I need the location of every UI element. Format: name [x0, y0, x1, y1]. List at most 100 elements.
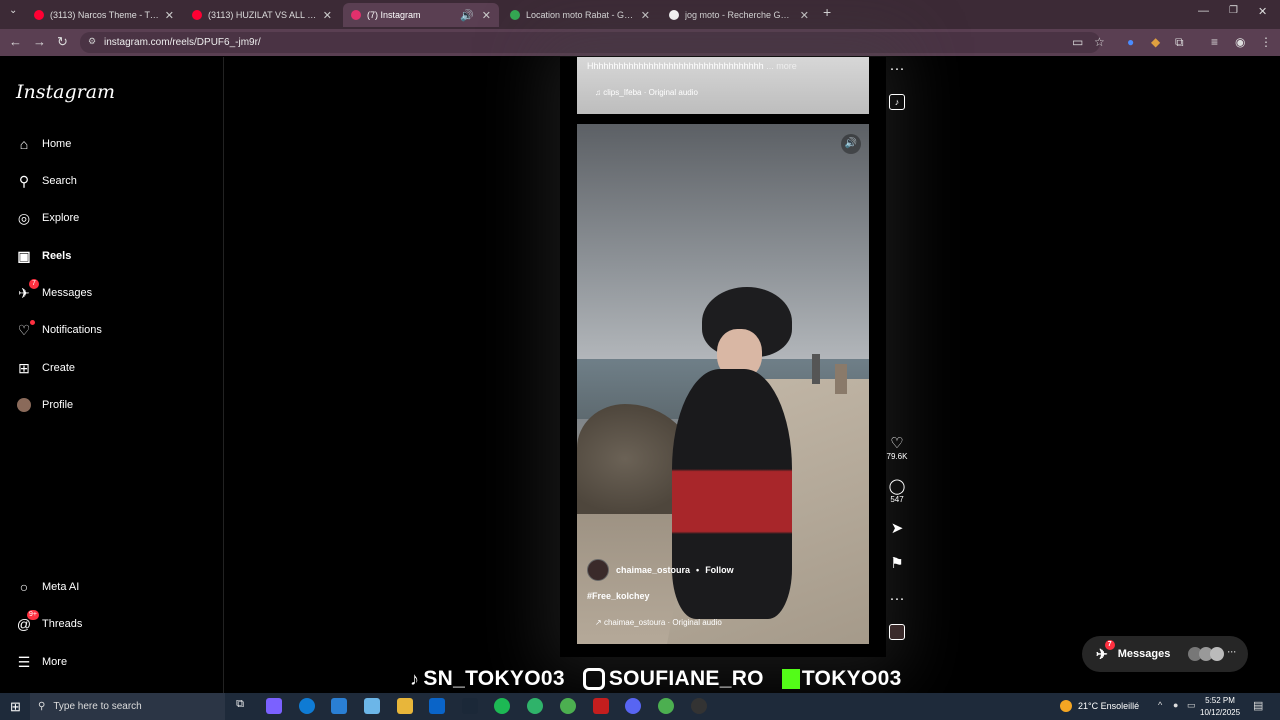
tab-search-icon[interactable]: ⌄ — [9, 5, 17, 16]
network-icon[interactable]: ▭ — [1187, 700, 1196, 711]
tab-1[interactable]: (3113) Narcos Theme - Tuyo (E ✕ — [26, 3, 182, 27]
extension-icon[interactable]: ● — [1127, 35, 1134, 49]
nav-home[interactable]: ⌂ Home — [16, 136, 72, 152]
menu-icon[interactable]: ⋮ — [1260, 35, 1272, 49]
nav-create[interactable]: ⊞ Create — [16, 360, 75, 376]
new-tab-button[interactable]: + — [823, 4, 831, 20]
reel-audio[interactable]: chaimae_ostoura · Original audio — [604, 618, 722, 627]
file-explorer-icon[interactable] — [397, 698, 413, 714]
close-window-button[interactable]: ✕ — [1258, 5, 1267, 18]
volume-icon[interactable]: 🔊 — [841, 134, 861, 154]
nav-threads[interactable]: @9+ Threads — [16, 610, 82, 632]
nav-notifications[interactable]: ♡ Notifications — [16, 320, 102, 338]
notification-center-icon[interactable]: ▤ — [1253, 699, 1263, 712]
app-icon[interactable] — [527, 698, 543, 714]
nav-more[interactable]: ☰ More — [16, 654, 67, 670]
chrome-icon[interactable] — [658, 698, 674, 714]
tab-5[interactable]: jog moto - Recherche Google ✕ — [661, 3, 817, 27]
speaker-icon[interactable]: 🔊 — [460, 9, 474, 22]
ellipsis-icon: ··· — [1227, 647, 1237, 657]
steam-icon[interactable] — [462, 698, 478, 714]
youtube-icon — [192, 10, 202, 20]
previous-reel[interactable]: Hhhhhhhhhhhhhhhhhhhhhhhhhhhhhhhhhhh ... … — [577, 57, 869, 114]
nav-search[interactable]: ⚲ Search — [16, 173, 77, 189]
audio-thumb-icon — [889, 624, 905, 640]
copilot-icon[interactable] — [266, 698, 282, 714]
maps-icon — [510, 10, 520, 20]
author-username[interactable]: chaimae_ostoura — [616, 565, 690, 575]
install-icon[interactable]: ▭ — [1072, 35, 1083, 49]
tiktok-icon: ♪ — [410, 668, 420, 689]
taskbar-clock[interactable]: 5:52 PM 10/12/2025 — [1200, 695, 1240, 719]
avatar — [1210, 647, 1225, 661]
close-tab-icon[interactable]: ✕ — [323, 9, 332, 22]
like-count: 79.6K — [886, 452, 908, 461]
comment-button[interactable]: ◯ 547 — [885, 477, 909, 504]
minimize-button[interactable]: — — [1198, 5, 1209, 17]
close-tab-icon[interactable]: ✕ — [165, 9, 174, 22]
close-tab-icon[interactable]: ✕ — [482, 9, 491, 22]
task-view-icon[interactable]: ⧉ — [232, 698, 248, 714]
extension-icon[interactable]: ◆ — [1151, 35, 1160, 49]
save-button[interactable]: ⚑ — [885, 554, 909, 572]
weather-widget[interactable]: 21°C Ensoleillé — [1060, 700, 1139, 712]
windows-start-icon[interactable]: ⊞ — [10, 699, 21, 715]
forward-button[interactable]: → — [33, 34, 46, 49]
reel-audio[interactable]: clips_Ifeba · Original audio — [603, 88, 698, 97]
outlook-icon[interactable] — [429, 698, 445, 714]
like-button[interactable]: ♡ 79.6K — [885, 434, 909, 461]
nav-reels[interactable]: ▣ Reels — [16, 248, 71, 264]
instagram-logo[interactable]: Instagram — [16, 81, 115, 103]
restore-button[interactable]: ❐ — [1229, 5, 1238, 16]
windows-taskbar: ⊞ ⚲ Type here to search ⧉ 21°C Ensoleill… — [0, 693, 1280, 720]
chrome-icon[interactable] — [560, 698, 576, 714]
obs-icon[interactable] — [691, 698, 707, 714]
nav-profile[interactable]: Profile — [16, 397, 73, 413]
tab-4[interactable]: Location moto Rabat - Google ✕ — [502, 3, 658, 27]
close-tab-icon[interactable]: ✕ — [641, 9, 650, 22]
reload-button[interactable]: ↻ — [57, 34, 68, 50]
app-icon[interactable] — [364, 698, 380, 714]
threads-badge: 9+ — [27, 610, 39, 620]
nav-explore[interactable]: ◎ Explore — [16, 210, 79, 226]
discord-icon[interactable] — [625, 698, 641, 714]
app-icon[interactable] — [593, 698, 609, 714]
prev-audio-thumb[interactable]: ♪ — [885, 94, 909, 110]
more-link[interactable]: ... more — [766, 61, 797, 71]
follow-button[interactable]: Follow — [705, 565, 734, 575]
back-button[interactable]: ← — [9, 34, 22, 49]
reel-more-button[interactable]: ··· — [885, 590, 909, 607]
author-avatar[interactable] — [587, 559, 609, 581]
tab-3-active[interactable]: (7) Instagram 🔊 ✕ — [343, 3, 499, 27]
messenger-icon: ✈ 7 — [16, 279, 39, 301]
reel-caption[interactable]: #Free_kolchey — [587, 591, 650, 601]
spotify-icon[interactable] — [494, 698, 510, 714]
edge-icon[interactable] — [299, 698, 315, 714]
audio-thumb-button[interactable] — [885, 624, 909, 642]
site-info-icon[interactable]: ⚙ — [88, 36, 96, 47]
reels-icon: ▣ — [17, 247, 31, 264]
comment-count: 547 — [890, 495, 904, 504]
google-icon — [669, 10, 679, 20]
notification-dot — [30, 320, 35, 325]
media-icon[interactable]: ≡ — [1211, 35, 1218, 49]
tab-2[interactable]: (3113) HUZILAT VS ALL - YouTu ✕ — [184, 3, 340, 27]
nav-meta-ai[interactable]: ○ Meta AI — [16, 579, 80, 595]
reel-video[interactable]: 🔊 chaimae_ostoura • Follow #Free_kolchey… — [577, 124, 869, 644]
microphone-icon[interactable]: ● — [1173, 700, 1178, 710]
profile-icon[interactable]: ◉ — [1235, 35, 1245, 49]
store-icon[interactable] — [331, 698, 347, 714]
address-bar[interactable]: ⚙ instagram.com/reels/DPUF6_-jm9r/ — [80, 32, 1100, 53]
instagram-icon — [351, 10, 361, 20]
close-tab-icon[interactable]: ✕ — [800, 9, 809, 22]
bookmark-star-icon[interactable]: ☆ — [1094, 35, 1105, 49]
plus-square-icon: ⊞ — [18, 359, 30, 376]
messages-pill[interactable]: ✈ 7 Messages ··· — [1082, 636, 1248, 672]
share-button[interactable]: ➤ — [885, 519, 909, 537]
chevron-up-icon[interactable]: ^ — [1158, 700, 1162, 710]
bookmark-icon: ⚑ — [890, 555, 904, 572]
nav-messages[interactable]: ✈ 7 Messages — [16, 279, 92, 301]
more-options-button[interactable]: ··· — [885, 60, 909, 77]
extensions-puzzle-icon[interactable]: ⧉ — [1175, 35, 1184, 50]
taskbar-search[interactable]: ⚲ Type here to search — [30, 693, 225, 720]
